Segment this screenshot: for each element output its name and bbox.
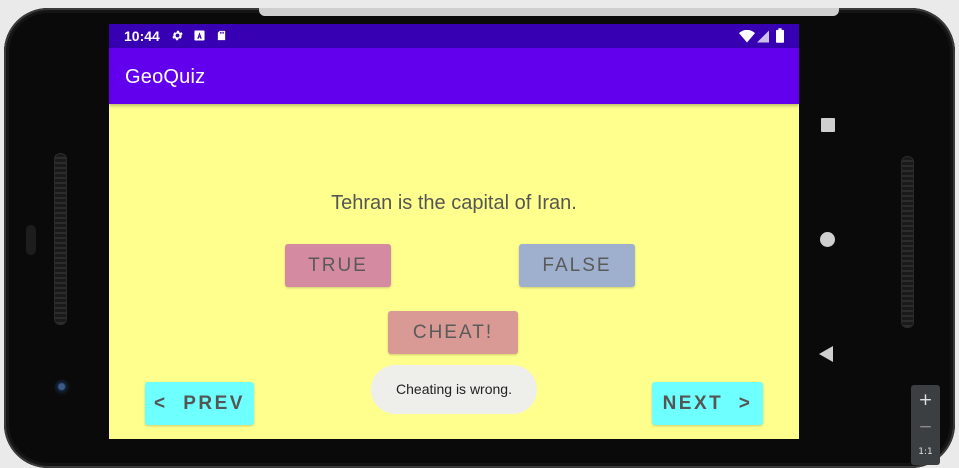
prev-button-label: < PREV — [154, 393, 245, 414]
speaker-grille-left — [54, 153, 67, 325]
signal-icon — [757, 30, 769, 43]
wifi-icon — [739, 30, 755, 43]
true-button[interactable]: TRUE — [285, 244, 391, 287]
emulator-zoom-panel: + − 1:1 — [911, 385, 940, 465]
a-icon — [194, 30, 205, 41]
speaker-grille-right — [901, 156, 914, 328]
home-button[interactable] — [820, 232, 835, 247]
false-button-label: FALSE — [542, 255, 612, 276]
question-text: Tehran is the capital of Iran. — [331, 192, 577, 214]
next-button[interactable]: NEXT > — [652, 382, 763, 425]
status-time: 10:44 — [124, 28, 160, 44]
overview-button[interactable] — [821, 118, 835, 132]
toast-message: Cheating is wrong. — [371, 365, 537, 414]
sensor-slot — [26, 225, 36, 255]
false-button[interactable]: FALSE — [519, 244, 635, 287]
front-camera — [54, 379, 71, 396]
zoom-in-button[interactable]: + — [911, 391, 940, 409]
gear-icon — [172, 30, 183, 41]
sd-card-icon — [217, 30, 226, 41]
zoom-out-button[interactable]: − — [911, 418, 940, 436]
zoom-ratio-button[interactable]: 1:1 — [911, 446, 940, 458]
phone-top-edge — [259, 8, 839, 16]
cheat-button-label: CHEAT! — [412, 322, 494, 343]
status-bar: 10:44 — [109, 24, 799, 48]
battery-icon — [776, 28, 784, 43]
app-bar: GeoQuiz — [109, 48, 799, 104]
app-title: GeoQuiz — [125, 66, 206, 88]
prev-button[interactable]: < PREV — [145, 382, 254, 425]
true-button-label: TRUE — [308, 255, 368, 276]
next-button-label: NEXT > — [662, 393, 753, 414]
cheat-button[interactable]: CHEAT! — [388, 311, 518, 354]
back-button[interactable] — [819, 346, 833, 362]
app-screen: 10:44 GeoQuiz Tehran is the capital of I… — [109, 24, 799, 439]
